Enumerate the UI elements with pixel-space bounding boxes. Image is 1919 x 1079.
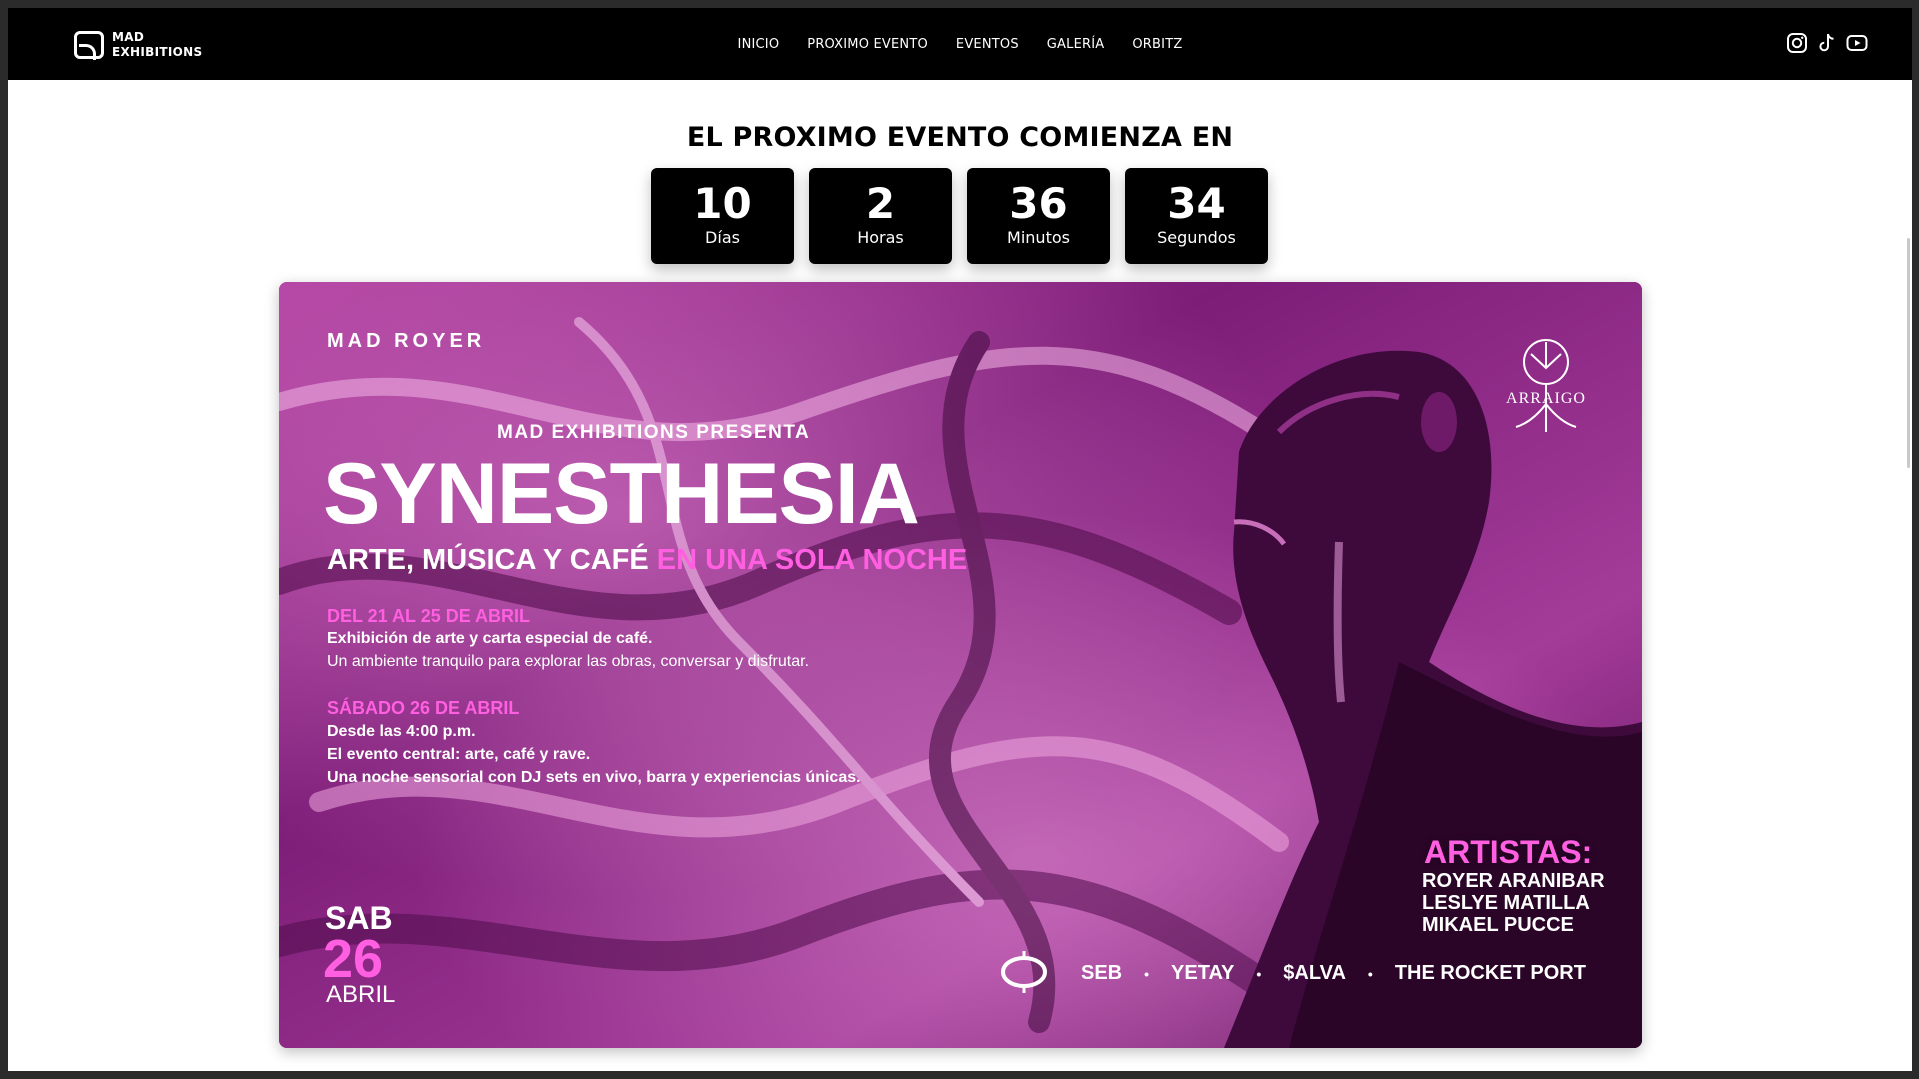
countdown-label: Segundos xyxy=(1157,228,1236,247)
nav-item-proximo-evento[interactable]: PROXIMO EVENTO xyxy=(793,37,942,52)
countdown-label: Horas xyxy=(857,228,904,247)
poster-dj: SEB xyxy=(1081,962,1123,984)
page-scrollbar[interactable] xyxy=(1907,238,1910,468)
poster-artist: LESLYE MATILLA xyxy=(1422,892,1590,914)
nav-item-orbitz[interactable]: ORBITZ xyxy=(1118,37,1196,52)
poster-subtitle-pink: EN UNA SOLA NOCHE xyxy=(656,544,968,576)
countdown-value: 34 xyxy=(1167,179,1226,228)
poster-date-number: 26 xyxy=(323,929,384,989)
poster-block2-line3: Una noche sensorial con DJ sets en vivo,… xyxy=(327,769,861,786)
poster-eye-logo xyxy=(999,947,1049,1002)
poster-partner-logo: ARRAIGO xyxy=(1491,332,1601,457)
poster-block2-heading: SÁBADO 26 DE ABRIL xyxy=(327,698,520,718)
countdown-seconds: 34 Segundos xyxy=(1125,168,1268,264)
main-nav: INICIO PROXIMO EVENTO EVENTOS GALERÍA OR… xyxy=(8,8,1912,80)
countdown-value: 36 xyxy=(1009,179,1068,228)
separator-dot: • xyxy=(1367,965,1373,982)
nav-item-inicio[interactable]: INICIO xyxy=(724,37,794,52)
poster-dj: THE ROCKET PORT xyxy=(1394,962,1586,984)
poster-block1-line1: Exhibición de arte y carta especial de c… xyxy=(327,630,653,647)
social-links xyxy=(1786,32,1868,54)
poster-dj: $ALVA xyxy=(1283,962,1346,984)
countdown-value: 10 xyxy=(693,179,752,228)
nav-item-eventos[interactable]: EVENTOS xyxy=(942,37,1033,52)
countdown-days: 10 Días xyxy=(651,168,794,264)
countdown-title: EL PROXIMO EVENTO COMIENZA EN xyxy=(686,122,1234,153)
separator-dot: • xyxy=(1256,965,1262,982)
separator-dot: • xyxy=(1144,965,1150,982)
poster-presents: MAD EXHIBITIONS PRESENTA xyxy=(497,422,811,443)
countdown-value: 2 xyxy=(865,179,896,228)
youtube-icon[interactable] xyxy=(1846,32,1868,54)
countdown-label: Minutos xyxy=(1007,228,1070,247)
event-poster[interactable]: MAD ROYER ARRAIGO MAD EXHIBITIONS PRESEN… xyxy=(279,282,1642,1048)
countdown-label: Días xyxy=(705,228,740,247)
poster-subtitle: ARTE, MÚSICA Y CAFÉ EN UNA SOLA NOCHE xyxy=(327,544,967,577)
poster-dj: YETAY xyxy=(1171,962,1235,984)
poster-title: SYNESTHESIA xyxy=(323,446,920,542)
nav-item-galeria[interactable]: GALERÍA xyxy=(1033,37,1119,52)
poster-artist: MIKAEL PUCCE xyxy=(1422,914,1574,936)
countdown-timer: 10 Días 2 Horas 36 Minutos 34 Segundos xyxy=(651,168,1268,264)
poster-block2-line1: Desde las 4:00 p.m. xyxy=(327,723,476,740)
poster-dj-lineup: SEB • YETAY • $ALVA • THE ROCKET PORT xyxy=(1081,962,1586,985)
poster-date-month: ABRIL xyxy=(326,981,396,1008)
tiktok-icon[interactable] xyxy=(1816,32,1838,54)
poster-block1-line2: Un ambiente tranquilo para explorar las … xyxy=(327,653,810,670)
top-navbar: MAD EXHIBITIONS INICIO PROXIMO EVENTO EV… xyxy=(8,8,1912,80)
poster-top-logo: MAD ROYER xyxy=(327,330,486,352)
poster-artists-heading: ARTISTAS: xyxy=(1424,834,1593,870)
countdown-hours: 2 Horas xyxy=(809,168,952,264)
instagram-icon[interactable] xyxy=(1786,32,1808,54)
browser-viewport: MAD EXHIBITIONS INICIO PROXIMO EVENTO EV… xyxy=(8,8,1912,1071)
poster-subtitle-white: ARTE, MÚSICA Y CAFÉ xyxy=(327,544,649,576)
eye-logo-icon xyxy=(1001,951,1047,993)
countdown-minutes: 36 Minutos xyxy=(967,168,1110,264)
partner-logo-text: ARRAIGO xyxy=(1506,390,1586,407)
poster-artist: ROYER ARANIBAR xyxy=(1422,870,1605,892)
poster-block2-line2: El evento central: arte, café y rave. xyxy=(327,746,591,763)
poster-block1-heading: DEL 21 AL 25 DE ABRIL xyxy=(327,606,531,626)
